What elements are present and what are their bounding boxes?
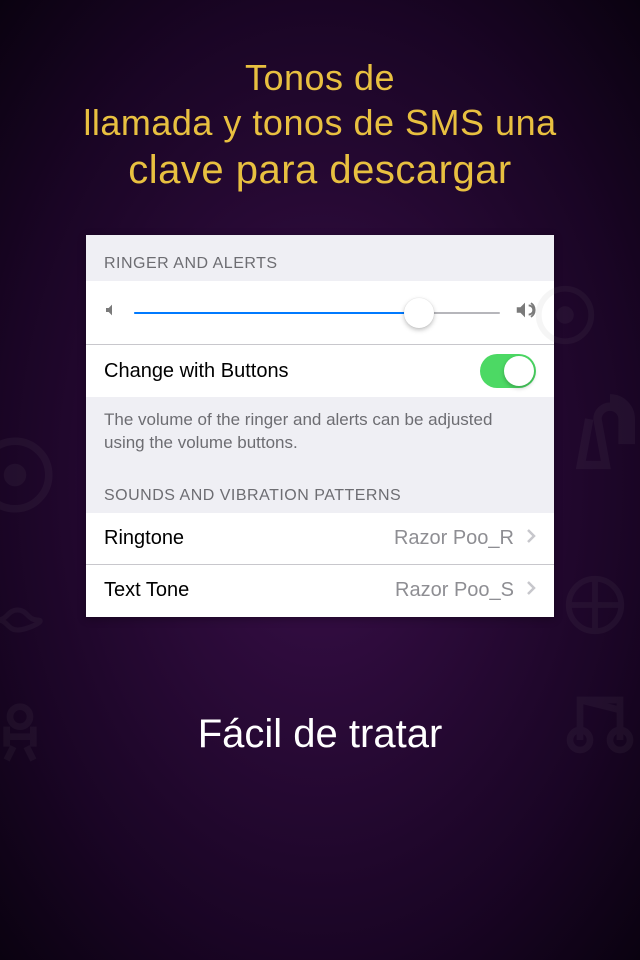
sounds-group: Ringtone Razor Poo_R Text Tone Razor Poo…: [86, 513, 554, 617]
promo-footer: Fácil de tratar: [0, 712, 640, 757]
ringtone-value: Razor Poo_R: [394, 527, 514, 550]
chevron-right-icon: [526, 580, 536, 601]
change-with-buttons-row: Change with Buttons: [86, 345, 554, 397]
change-with-buttons-label: Change with Buttons: [104, 360, 480, 383]
promo-headline: Tonos de llamada y tonos de SMS una clav…: [0, 0, 640, 195]
text-tone-value: Razor Poo_S: [395, 579, 514, 602]
volume-slider-row: [86, 281, 554, 345]
ringer-footer-note: The volume of the ringer and alerts can …: [86, 397, 554, 467]
ringer-alerts-header: RINGER AND ALERTS: [86, 235, 554, 281]
headline-line3: clave para descargar: [0, 145, 640, 195]
chevron-right-icon: [526, 528, 536, 549]
ringtone-row[interactable]: Ringtone Razor Poo_R: [86, 513, 554, 565]
speaker-high-icon: [514, 299, 536, 326]
change-with-buttons-toggle[interactable]: [480, 354, 536, 388]
text-tone-row[interactable]: Text Tone Razor Poo_S: [86, 565, 554, 617]
headline-line1: Tonos de: [0, 55, 640, 100]
ringtone-label: Ringtone: [104, 527, 394, 550]
settings-panel: RINGER AND ALERTS Change with Buttons Th…: [86, 235, 554, 617]
headline-line2: llamada y tonos de SMS una: [0, 100, 640, 145]
volume-slider[interactable]: [134, 312, 500, 314]
text-tone-label: Text Tone: [104, 579, 395, 602]
volume-slider-thumb[interactable]: [404, 298, 434, 328]
speaker-low-icon: [104, 302, 120, 323]
ringer-group: Change with Buttons: [86, 281, 554, 397]
sounds-vibration-header: SOUNDS AND VIBRATION PATTERNS: [86, 467, 554, 513]
